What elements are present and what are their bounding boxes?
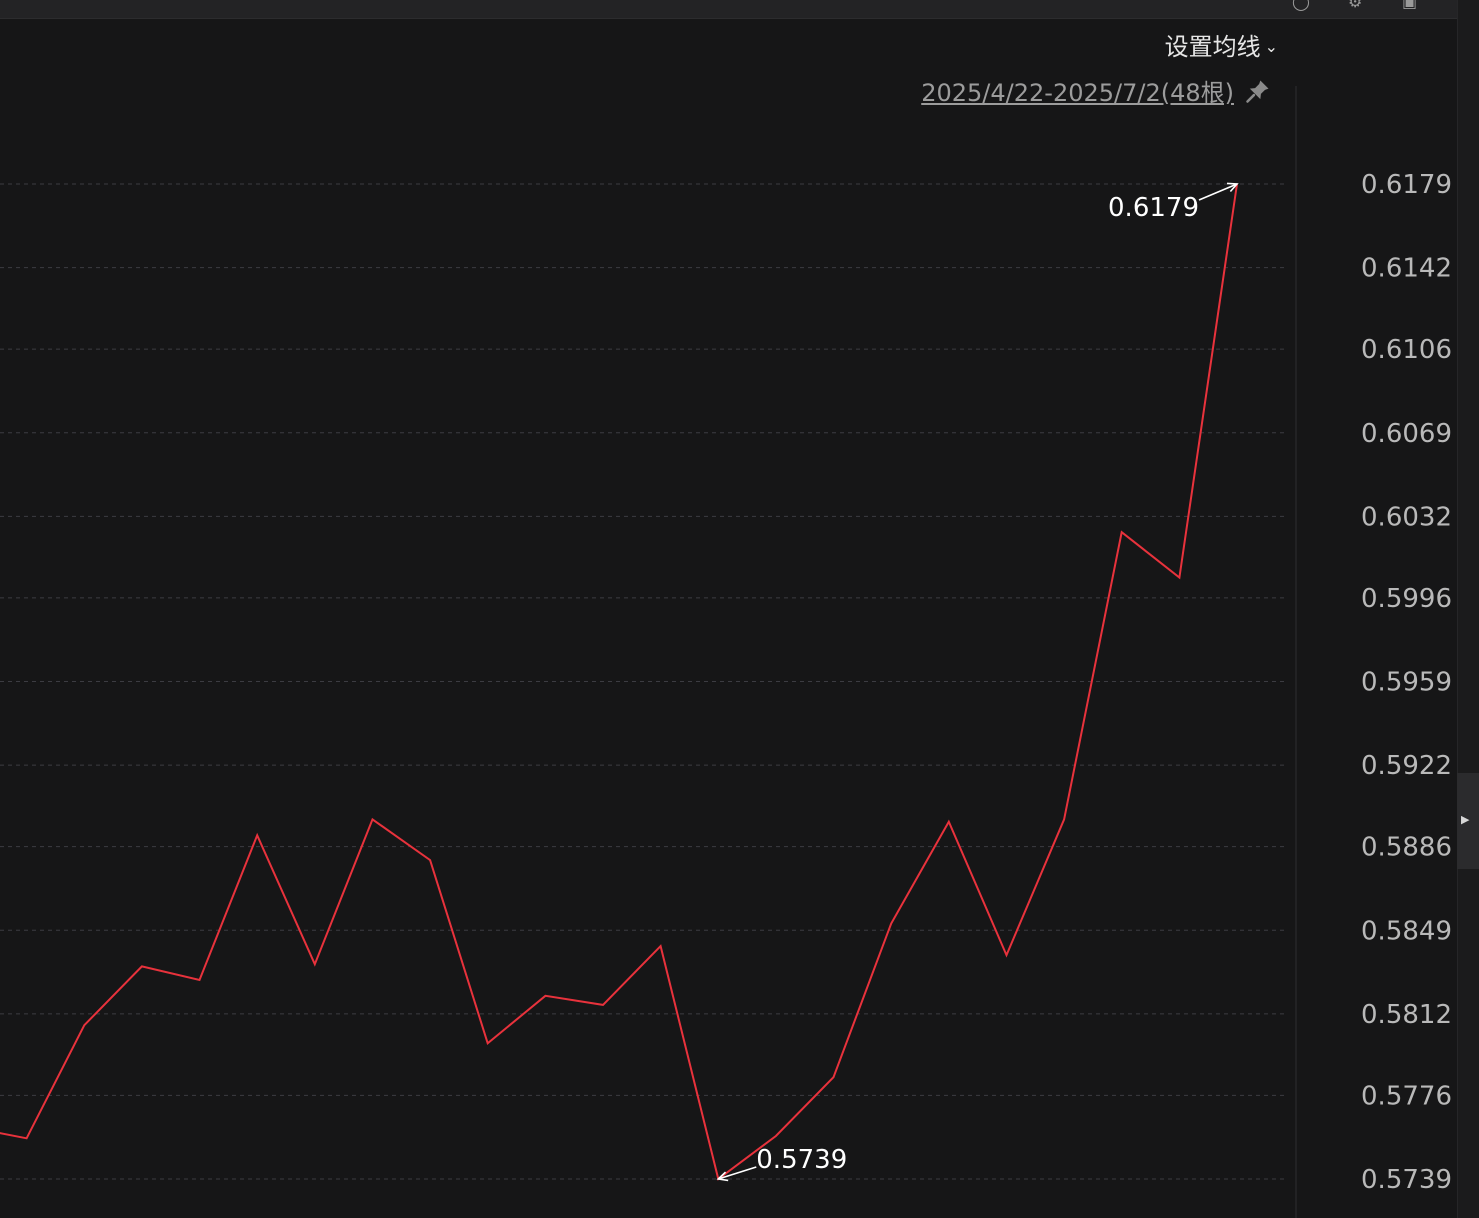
annotation-label: 0.6179 [1108,193,1199,223]
caret-right-icon: ▶ [1461,813,1470,826]
y-tick-label: 0.5922 [1361,751,1452,781]
y-axis-ticks: 0.6179 0.6142 0.6106 0.6069 0.6032 0.5996 0.59… [1361,170,1452,1195]
y-tick-label: 0.5849 [1361,916,1452,946]
y-tick-label: 0.5996 [1361,584,1452,614]
right-side-strip [1457,0,1479,1218]
y-tick-label: 0.5886 [1361,833,1452,863]
y-tick-label: 0.5812 [1361,1000,1452,1030]
expand-panel-handle[interactable]: ▶ [1457,773,1479,869]
y-tick-label: 0.6142 [1361,254,1452,284]
price-line-chart[interactable]: 0.6179 0.6142 0.6106 0.6069 0.6032 0.5996 0.59… [0,0,1457,1218]
y-tick-label: 0.6069 [1361,419,1452,449]
grid-lines [0,183,1288,1180]
y-tick-label: 0.5959 [1361,668,1452,698]
y-tick-label: 0.6179 [1361,170,1452,200]
annotation-arrow [1198,183,1238,201]
y-tick-label: 0.6106 [1361,335,1452,365]
y-tick-label: 0.6032 [1361,502,1452,532]
annotation-label: 0.5739 [756,1145,847,1175]
y-tick-label: 0.5739 [1361,1165,1452,1195]
max-annotation: 0.6179 [1108,182,1239,223]
y-tick-label: 0.5776 [1361,1081,1452,1111]
min-annotation: 0.5739 [716,1145,847,1182]
